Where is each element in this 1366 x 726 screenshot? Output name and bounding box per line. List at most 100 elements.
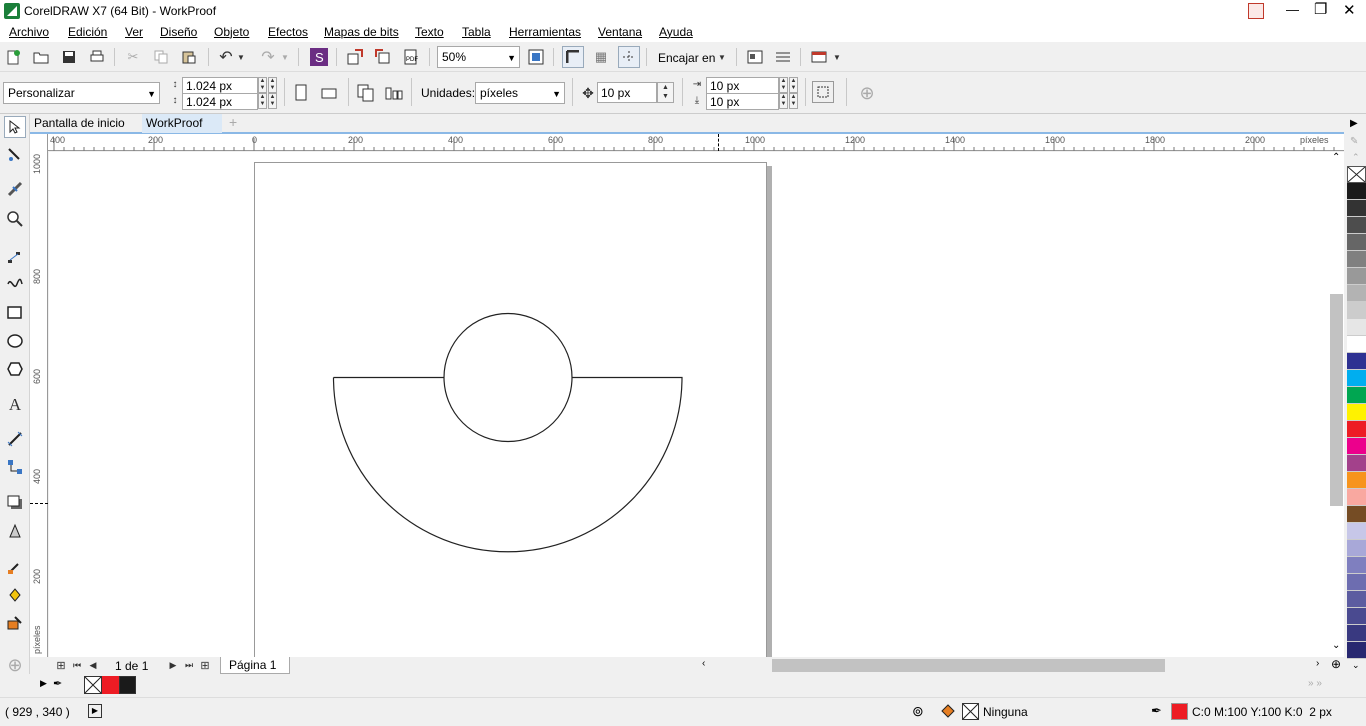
page-tab[interactable]: Página 1 — [220, 657, 290, 674]
page-height-input[interactable]: 1.024 px — [182, 93, 258, 110]
palette-swatch[interactable] — [1347, 455, 1366, 472]
menu-diseno[interactable]: Diseño — [160, 25, 197, 39]
palette-swatch[interactable] — [1347, 472, 1366, 489]
all-pages-icon[interactable] — [355, 82, 377, 104]
artistic-media-icon[interactable] — [4, 272, 26, 294]
h-scroll-thumb[interactable] — [772, 659, 1165, 672]
color-eyedropper-icon[interactable] — [4, 556, 26, 578]
palette-swatch[interactable] — [1347, 200, 1366, 217]
show-rulers-icon[interactable] — [562, 46, 584, 68]
nudge-distance-input[interactable]: 10 px — [597, 82, 657, 103]
palette-swatch[interactable] — [1347, 506, 1366, 523]
user-icon[interactable] — [1248, 3, 1264, 19]
menu-edicion[interactable]: Edición — [68, 25, 107, 39]
zoom-nav-icon[interactable]: ⊕ — [1331, 657, 1341, 671]
show-guidelines-icon[interactable] — [618, 46, 640, 68]
palette-swatch[interactable] — [1347, 183, 1366, 200]
palette-swatch[interactable] — [1347, 251, 1366, 268]
open-folder-icon[interactable] — [30, 46, 52, 68]
palette-swatch[interactable] — [1347, 523, 1366, 540]
add-tool-icon[interactable]: ⊕ — [4, 654, 26, 676]
cut-icon[interactable]: ✂ — [122, 46, 144, 68]
vertical-scrollbar[interactable]: ⌃ ⌄ — [1329, 152, 1344, 657]
add-icon[interactable]: ⊕ — [856, 82, 878, 104]
fill-none-swatch[interactable] — [962, 703, 979, 720]
no-color-swatch[interactable] — [1347, 166, 1366, 183]
height-spinner-alt[interactable]: ▲ ▼ — [268, 93, 277, 109]
connector-tool-icon[interactable] — [4, 456, 26, 478]
duplicate-y-input[interactable]: 10 px — [706, 93, 779, 110]
dup-x-spinner-alt[interactable]: ▲ ▼ — [789, 77, 798, 93]
scroll-thumb[interactable] — [1330, 294, 1343, 506]
crop-tool-icon[interactable] — [4, 178, 26, 200]
redo-dropdown-icon[interactable]: ▼ — [280, 46, 290, 68]
palette-swatch[interactable] — [1347, 557, 1366, 574]
palette-swatch[interactable] — [1347, 540, 1366, 557]
circle-shape[interactable] — [443, 312, 573, 443]
menu-tabla[interactable]: Tabla — [462, 25, 491, 39]
palette-eyedropper-icon[interactable]: ✎ — [1350, 136, 1358, 147]
width-spinner[interactable]: ▲ ▼ — [258, 77, 267, 93]
height-spinner[interactable]: ▲ ▼ — [258, 93, 267, 109]
palette-swatch[interactable] — [1347, 404, 1366, 421]
palette-swatch[interactable] — [1347, 421, 1366, 438]
welcome-screen-icon[interactable] — [744, 46, 766, 68]
shape-tool-icon[interactable] — [4, 144, 26, 166]
doc-swatch-none[interactable] — [84, 676, 102, 694]
undo-icon[interactable]: ↶ — [215, 46, 237, 68]
drawing-shapes[interactable] — [49, 152, 1329, 657]
palette-swatch[interactable] — [1347, 217, 1366, 234]
snap-to-label[interactable]: Encajar en — [658, 51, 715, 65]
page-width-input[interactable]: 1.024 px — [182, 77, 258, 94]
freehand-tool-icon[interactable] — [4, 246, 26, 268]
menu-texto[interactable]: Texto — [415, 25, 444, 39]
palette-swatch[interactable] — [1347, 336, 1366, 353]
outline-color-swatch[interactable] — [1171, 703, 1188, 720]
tab-pantalla-de-inicio[interactable]: Pantalla de inicio — [30, 114, 140, 133]
search-content-icon[interactable]: S — [308, 46, 330, 68]
pick-tool-icon[interactable] — [4, 116, 26, 138]
zoom-level-select[interactable]: 50% ▼ — [437, 46, 520, 68]
smart-fill-icon[interactable] — [4, 612, 26, 634]
menu-archivo[interactable]: Archivo — [9, 25, 49, 39]
palette-swatch[interactable] — [1347, 302, 1366, 319]
snap-dropdown-icon[interactable]: ▼ — [716, 46, 728, 68]
palette-swatch[interactable] — [1347, 608, 1366, 625]
new-tab-button[interactable]: + — [225, 114, 245, 133]
doc-palette-eyedropper-icon[interactable]: ✒ — [53, 677, 62, 690]
palette-swatch[interactable] — [1347, 574, 1366, 591]
palette-swatch[interactable] — [1347, 285, 1366, 302]
palette-swatch[interactable] — [1347, 642, 1366, 659]
palette-swatch[interactable] — [1347, 370, 1366, 387]
doc-palette-arrow-icon[interactable]: ▶ — [40, 678, 47, 689]
paste-icon[interactable] — [178, 46, 200, 68]
add-page-after-icon[interactable]: ⊞ — [194, 654, 216, 676]
page-preset-select[interactable]: Personalizar ▼ — [3, 82, 160, 104]
drawing-canvas[interactable] — [49, 152, 1329, 657]
new-document-icon[interactable] — [3, 46, 25, 68]
palette-arrow-icon[interactable]: ▶ — [1350, 118, 1358, 129]
palette-scroll-up-icon[interactable]: ⌃ — [1352, 152, 1360, 163]
maximize-button[interactable]: ❐ — [1314, 0, 1327, 18]
object-properties-icon[interactable]: ⊚ — [912, 703, 924, 720]
palette-swatch[interactable] — [1347, 489, 1366, 506]
publish-pdf-icon[interactable]: PDF — [400, 46, 422, 68]
copy-icon[interactable] — [150, 46, 172, 68]
dup-y-spinner[interactable]: ▲ ▼ — [779, 93, 788, 109]
export-icon[interactable] — [372, 46, 394, 68]
duplicate-x-input[interactable]: 10 px — [706, 77, 779, 94]
menu-ayuda[interactable]: Ayuda — [659, 25, 693, 39]
palette-swatch[interactable] — [1347, 591, 1366, 608]
palette-swatch[interactable] — [1347, 438, 1366, 455]
current-page-icon[interactable] — [383, 82, 405, 104]
portrait-icon[interactable] — [290, 82, 312, 104]
text-tool-icon[interactable]: A — [4, 394, 26, 416]
width-spinner-alt[interactable]: ▲ ▼ — [268, 77, 277, 93]
palette-swatch[interactable] — [1347, 268, 1366, 285]
h-scroll-right-icon[interactable]: › — [1316, 658, 1319, 669]
options-icon[interactable] — [772, 46, 794, 68]
interactive-fill-icon[interactable] — [4, 584, 26, 606]
doc-palette-scroll-icon[interactable]: » » — [1308, 678, 1322, 689]
undo-dropdown-icon[interactable]: ▼ — [236, 46, 246, 68]
scroll-up-icon[interactable]: ⌃ — [1332, 152, 1340, 163]
